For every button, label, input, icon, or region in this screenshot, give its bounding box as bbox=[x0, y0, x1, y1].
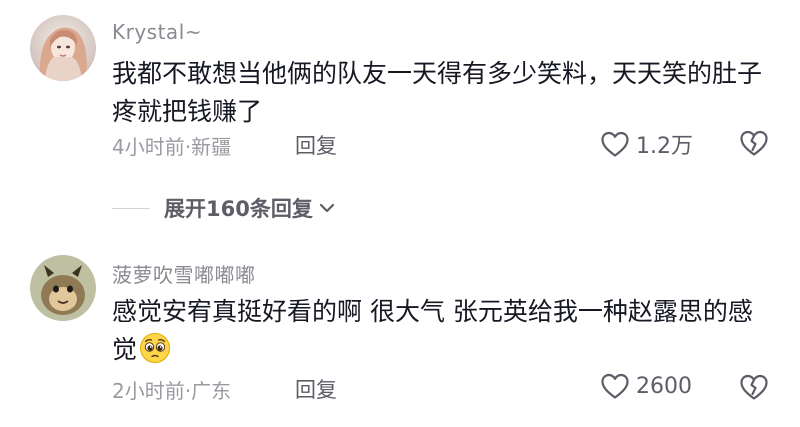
like-count: 2600 bbox=[636, 373, 692, 399]
expand-replies-button[interactable]: 展开160条回复 bbox=[112, 193, 337, 223]
avatar-image bbox=[30, 15, 96, 81]
comment-text: 我都不敢想当他俩的队友一天得有多少笑料，天天笑的肚子疼就把钱赚了 bbox=[112, 59, 763, 126]
dislike-button[interactable] bbox=[739, 129, 769, 157]
comment-text-content: 感觉安宥真挺好看的啊 很大气 张元英给我一种赵露思的感觉 bbox=[112, 297, 753, 364]
expand-replies-label: 展开160条回复 bbox=[164, 197, 313, 221]
avatar[interactable] bbox=[30, 255, 96, 321]
like-count: 1.2万 bbox=[636, 134, 693, 159]
heart-outline-icon bbox=[601, 373, 629, 399]
divider-line bbox=[112, 207, 150, 209]
avatar[interactable] bbox=[30, 15, 96, 81]
like-button[interactable]: 1.2万 bbox=[600, 128, 693, 160]
comment-meta: 2小时前·广东 bbox=[112, 379, 232, 403]
comment-username[interactable]: Krystal~ bbox=[112, 20, 202, 44]
comment-username[interactable]: 菠萝吹雪嘟嘟嘟 bbox=[112, 259, 256, 288]
comment-text: 感觉安宥真挺好看的啊 很大气 张元英给我一种赵露思的感觉 bbox=[112, 293, 772, 369]
comment-item: Krystal~ 我都不敢想当他俩的队友一天得有多少笑料，天天笑的肚子疼就把钱赚… bbox=[0, 0, 800, 221]
comment-item: 菠萝吹雪嘟嘟嘟 感觉安宥真挺好看的啊 很大气 张元英给我一种赵露思的感觉 2小时… bbox=[0, 240, 800, 427]
like-button[interactable]: 2600 bbox=[600, 372, 692, 400]
comment-meta: 4小时前·新疆 bbox=[112, 135, 232, 159]
reply-button[interactable]: 回复 bbox=[295, 374, 337, 404]
reply-button[interactable]: 回复 bbox=[295, 130, 337, 160]
broken-heart-icon bbox=[740, 374, 768, 400]
chevron-down-icon bbox=[319, 203, 334, 213]
broken-heart-icon bbox=[740, 130, 768, 156]
dislike-button[interactable] bbox=[739, 373, 769, 401]
pleading-face-emoji bbox=[140, 333, 171, 363]
avatar-image bbox=[30, 255, 96, 321]
heart-outline-icon bbox=[601, 131, 629, 157]
